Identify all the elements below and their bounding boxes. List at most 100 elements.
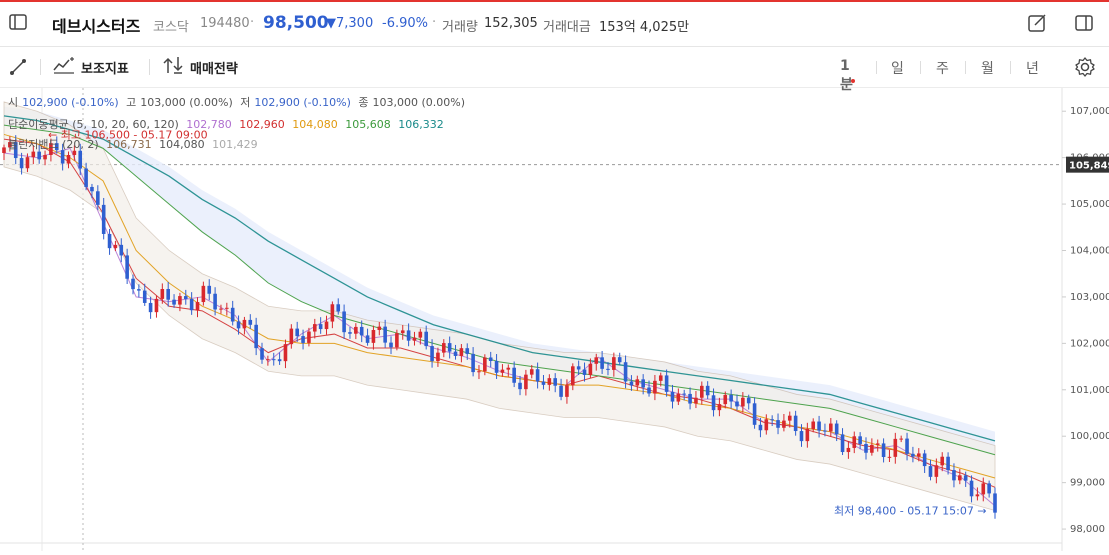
candle-body	[324, 321, 329, 330]
candle-body	[219, 308, 223, 310]
separator-dot: ·	[432, 15, 437, 30]
open-label: 시	[8, 96, 19, 109]
chart-area[interactable]: 107,000106,000105,000104,000103,000102,0…	[0, 88, 1109, 551]
candle-body	[576, 366, 581, 370]
side-panel-icon[interactable]	[1074, 13, 1094, 33]
candle-body	[178, 296, 182, 305]
volume-label: 거래량	[442, 20, 478, 35]
close-label: 종	[358, 96, 369, 109]
candle-body	[242, 319, 247, 329]
candle-body	[758, 424, 763, 431]
ohlc-legend: 시 102,900 (-0.10%) 고 103,000 (0.00%) 저 102,…	[8, 94, 469, 110]
candle-body	[741, 397, 745, 407]
candle-body	[183, 296, 188, 299]
candle-body	[641, 379, 645, 388]
candle-body	[981, 483, 986, 495]
chart-toolbar: 보조지표 매매전략 1분 일 주 월 년	[0, 47, 1109, 93]
price-change: ▼7,300	[326, 16, 374, 31]
toolbar-divider	[40, 59, 41, 75]
candle-body	[840, 434, 845, 453]
tab-divider	[1010, 61, 1011, 74]
stock-code: 194480	[200, 16, 250, 31]
candle-body	[899, 438, 903, 440]
candle-body	[154, 298, 159, 313]
candle-body	[963, 475, 968, 481]
candle-body	[864, 443, 868, 453]
candle-body	[377, 326, 382, 330]
market-label: 코스닥	[153, 20, 189, 35]
candle-body	[113, 244, 118, 249]
candle-body	[670, 391, 675, 402]
candle-body	[418, 331, 423, 338]
stock-name: 데브시스터즈	[52, 17, 141, 36]
ma10-value: 102,960	[239, 118, 285, 131]
current-price: 98,500	[263, 13, 329, 33]
candle-body	[43, 154, 47, 160]
candle-body	[664, 375, 669, 392]
candle-body	[66, 154, 71, 164]
ma-legend[interactable]: 단순이동평균 (5, 10, 20, 60, 120) 102,780 102,…	[8, 116, 448, 132]
draw-line-icon[interactable]	[8, 57, 28, 77]
candle-body	[137, 289, 141, 291]
candle-body	[25, 157, 30, 169]
candle-body	[559, 385, 563, 397]
candle-body	[653, 380, 657, 394]
tab-year[interactable]: 년	[1026, 58, 1039, 78]
candle-body	[400, 330, 405, 334]
bollinger-legend[interactable]: 볼린저밴드 (20, 2) 106,731 104,080 101,429	[8, 136, 262, 152]
candle-body	[189, 298, 194, 311]
high-label: 고	[126, 96, 137, 109]
candle-body	[717, 404, 722, 411]
trade-strategy-button[interactable]: 매매전략	[162, 57, 238, 77]
candle-body	[354, 326, 358, 334]
candle-body	[201, 285, 206, 303]
candle-body	[852, 436, 857, 448]
candle-body	[946, 456, 950, 471]
candle-body	[260, 348, 264, 360]
candle-body	[875, 443, 880, 445]
candle-body	[688, 393, 692, 404]
indicator-button[interactable]: 보조지표	[53, 57, 129, 77]
edit-icon[interactable]	[1027, 13, 1047, 33]
candle-body	[565, 385, 569, 397]
candle-body	[301, 336, 305, 343]
candle-body	[84, 168, 88, 187]
candle-body	[19, 158, 24, 169]
separator-dot: ·	[250, 15, 255, 30]
active-period-dot	[851, 79, 855, 83]
candle-body	[723, 394, 728, 405]
toolbar-divider	[149, 59, 150, 75]
candle-body	[934, 465, 939, 477]
candle-body	[348, 332, 352, 334]
candle-body	[430, 346, 434, 362]
candle-body	[295, 328, 299, 337]
tab-week[interactable]: 주	[936, 58, 949, 78]
candle-body	[846, 447, 851, 453]
candle-body	[711, 395, 716, 411]
sidebar-toggle-icon[interactable]	[8, 12, 28, 32]
candle-body	[436, 352, 440, 362]
tab-day[interactable]: 일	[891, 58, 904, 78]
candle-body	[746, 397, 751, 404]
candle-body	[770, 419, 774, 421]
candle-body	[248, 319, 253, 325]
candle-body	[635, 379, 640, 386]
candle-body	[928, 466, 933, 477]
close-value: 103,000 (0.00%)	[372, 96, 465, 109]
candle-body	[271, 359, 276, 361]
settings-gear-icon[interactable]	[1074, 56, 1096, 78]
candle-body	[799, 431, 804, 442]
amount-value: 153억 4,025만	[599, 20, 690, 35]
candle-body	[893, 438, 898, 457]
tab-month[interactable]: 월	[981, 58, 994, 78]
y-axis-label: 98,000	[1070, 524, 1105, 535]
candle-body	[453, 351, 458, 356]
volume-value: 152,305	[484, 16, 538, 31]
candle-body	[371, 329, 376, 343]
candle-body	[406, 330, 411, 341]
candle-body	[811, 421, 816, 429]
low-annotation: 최저 98,400 - 05.17 15:07 →	[834, 505, 987, 518]
ma5-value: 102,780	[186, 118, 232, 131]
price-chart[interactable]: 107,000106,000105,000104,000103,000102,0…	[0, 88, 1109, 551]
candle-body	[395, 333, 399, 348]
